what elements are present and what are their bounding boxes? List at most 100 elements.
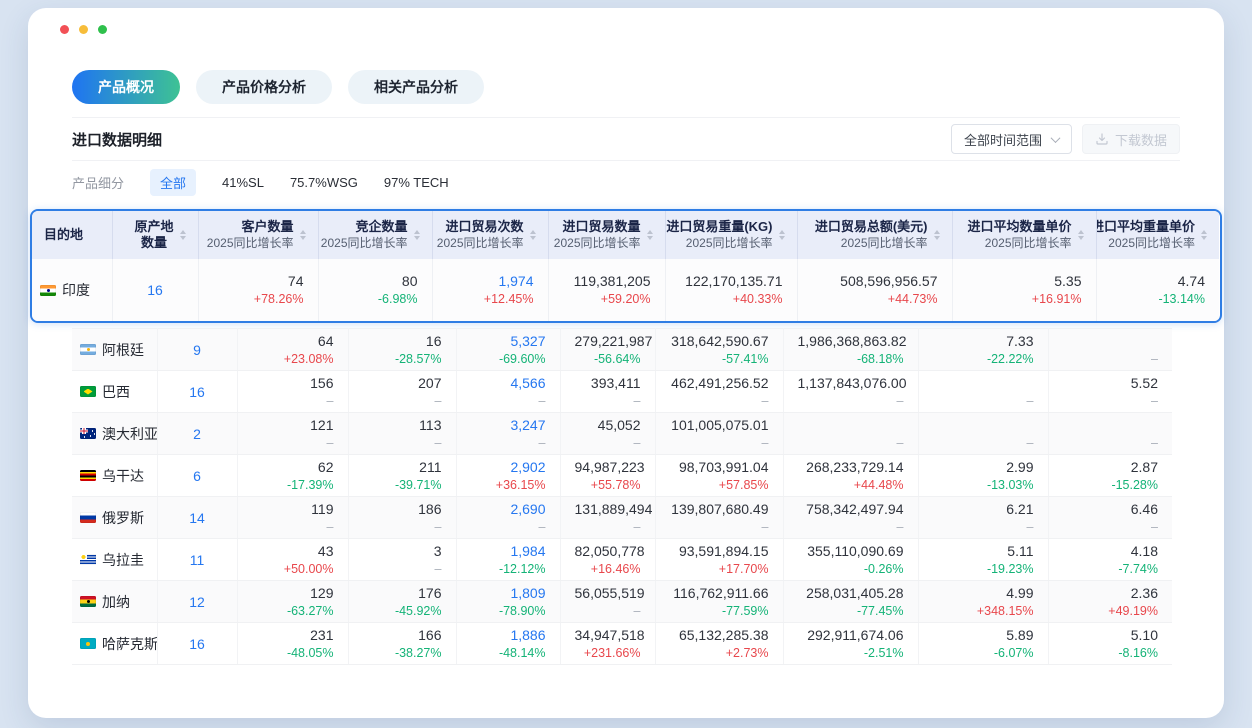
- sort-icon[interactable]: [647, 230, 653, 240]
- cell-origin-count[interactable]: 2: [157, 413, 237, 455]
- cell-customer-count: 64+23.08%: [237, 329, 348, 371]
- cell-value[interactable]: 2,902: [471, 458, 546, 477]
- cell-origin-count[interactable]: 16: [157, 371, 237, 413]
- cell-destination: 乌拉圭: [72, 539, 157, 581]
- cell-origin-count[interactable]: 6: [157, 455, 237, 497]
- cell-value[interactable]: 3,247: [471, 416, 546, 435]
- table-row-kazakhstan[interactable]: 哈萨克斯坦16231-48.05%166-38.27%1,886-48.14%3…: [72, 623, 1172, 665]
- table-row-india[interactable]: 印度1674+78.26%80-6.98%1,974+12.45%119,381…: [32, 259, 1219, 321]
- cell-value[interactable]: 1,809: [471, 584, 546, 603]
- cell-customer-count: 231-48.05%: [237, 623, 348, 665]
- col-header-origin-count[interactable]: 原产地数量: [112, 211, 198, 259]
- sort-icon[interactable]: [1078, 230, 1084, 240]
- sort-icon[interactable]: [779, 230, 785, 240]
- cell-growth: +44.73%: [812, 291, 938, 308]
- table-header-row: 目的地原产地数量客户数量2025同比增长率竞企数量2025同比增长率进口贸易次数…: [32, 211, 1219, 259]
- filter-option-97tech[interactable]: 97% TECH: [384, 175, 449, 190]
- tab-related-product-analysis[interactable]: 相关产品分析: [348, 70, 484, 104]
- cell-trade-weight-kg: 116,762,911.66-77.59%: [655, 581, 783, 623]
- col-header-customer-count[interactable]: 客户数量2025同比增长率: [198, 211, 318, 259]
- cell-growth: -28.57%: [363, 351, 442, 368]
- cell-trade-times[interactable]: 1,984-12.12%: [456, 539, 560, 581]
- table-row-ghana[interactable]: 加纳12129-63.27%176-45.92%1,809-78.90%56,0…: [72, 581, 1172, 623]
- col-header-trade-times[interactable]: 进口贸易次数2025同比增长率: [432, 211, 548, 259]
- cell-value[interactable]: 1,974: [447, 272, 534, 291]
- cell-trade-times[interactable]: 2,902+36.15%: [456, 455, 560, 497]
- col-header-trade-quantity[interactable]: 进口贸易数量2025同比增长率: [548, 211, 665, 259]
- table-row-brazil[interactable]: 巴西16156–207–4,566–393,411–462,491,256.52…: [72, 371, 1172, 413]
- cell-value: 98,703,991.04: [670, 458, 769, 477]
- cell-value[interactable]: 4,566: [471, 374, 546, 393]
- cell-growth: +36.15%: [471, 477, 546, 494]
- sort-icon[interactable]: [1201, 230, 1207, 240]
- cell-origin-count[interactable]: 11: [157, 539, 237, 581]
- col-header-avg-weight-price[interactable]: 进口平均重量单价2025同比增长率: [1096, 211, 1219, 259]
- cell-trade-times[interactable]: 4,566–: [456, 371, 560, 413]
- cell-growth: –: [363, 561, 442, 578]
- flag-brazil-icon: [80, 386, 96, 397]
- cell-trade-times[interactable]: 3,247–: [456, 413, 560, 455]
- cell-trade-times[interactable]: 1,974+12.45%: [432, 259, 548, 321]
- filter-option-all[interactable]: 全部: [150, 169, 196, 196]
- cell-trade-amount-usd: 1,137,843,076.00–: [783, 371, 918, 413]
- table-row-russia[interactable]: 俄罗斯14119–186–2,690–131,889,494–139,807,6…: [72, 497, 1172, 539]
- cell-origin-count[interactable]: 16: [157, 623, 237, 665]
- col-header-label: 进口贸易重量(KG): [666, 219, 772, 235]
- col-subheader: 2025同比增长率: [666, 236, 772, 251]
- cell-trade-times[interactable]: 5,327-69.60%: [456, 329, 560, 371]
- minimize-window-icon[interactable]: [79, 25, 88, 34]
- cell-origin-count[interactable]: 14: [157, 497, 237, 539]
- cell-value[interactable]: 5,327: [471, 332, 546, 351]
- cell-trade-times[interactable]: 2,690–: [456, 497, 560, 539]
- cell-value: [798, 416, 904, 435]
- table-row-uganda[interactable]: 乌干达662-17.39%211-39.71%2,902+36.15%94,98…: [72, 455, 1172, 497]
- cell-value: 156: [252, 374, 334, 393]
- time-range-select[interactable]: 全部时间范围: [951, 124, 1072, 154]
- download-data-button[interactable]: 下载数据: [1082, 124, 1180, 154]
- cell-avg-weight-price: 5.52–: [1048, 371, 1172, 413]
- col-header-trade-amount-usd[interactable]: 进口贸易总额(美元)2025同比增长率: [797, 211, 952, 259]
- cell-value[interactable]: 1,984: [471, 542, 546, 561]
- filter-option-757wsg[interactable]: 75.7%WSG: [290, 175, 358, 190]
- cell-value[interactable]: 1,886: [471, 626, 546, 645]
- maximize-window-icon[interactable]: [98, 25, 107, 34]
- cell-growth: +16.91%: [967, 291, 1082, 308]
- sort-icon[interactable]: [180, 230, 186, 240]
- cell-value: 2.87: [1063, 458, 1159, 477]
- table-row-argentina[interactable]: 阿根廷964+23.08%16-28.57%5,327-69.60%279,22…: [72, 329, 1172, 371]
- cell-growth: –: [798, 519, 904, 536]
- flag-kazakhstan-icon: [80, 638, 96, 649]
- filter-option-41sl[interactable]: 41%SL: [222, 175, 264, 190]
- cell-avg-quantity-price: –: [918, 371, 1048, 413]
- sort-icon[interactable]: [414, 230, 420, 240]
- cell-growth: +55.78%: [575, 477, 641, 494]
- table-row-uruguay[interactable]: 乌拉圭1143+50.00%3–1,984-12.12%82,050,778+1…: [72, 539, 1172, 581]
- flag-australia-icon: [80, 428, 96, 439]
- cell-trade-quantity: 56,055,519–: [560, 581, 655, 623]
- sort-icon[interactable]: [300, 230, 306, 240]
- cell-value: 113: [363, 416, 442, 435]
- col-header-trade-weight-kg[interactable]: 进口贸易重量(KG)2025同比增长率: [665, 211, 797, 259]
- cell-customer-count: 62-17.39%: [237, 455, 348, 497]
- col-header-competitor-count[interactable]: 竞企数量2025同比增长率: [318, 211, 432, 259]
- sort-icon[interactable]: [530, 230, 536, 240]
- cell-growth: +17.70%: [670, 561, 769, 578]
- cell-origin-count[interactable]: 12: [157, 581, 237, 623]
- cell-trade-times[interactable]: 1,886-48.14%: [456, 623, 560, 665]
- tab-product-price-analysis[interactable]: 产品价格分析: [196, 70, 332, 104]
- table-row-australia[interactable]: 澳大利亚2121–113–3,247–45,052–101,005,075.01…: [72, 413, 1172, 455]
- cell-value: 2.99: [933, 458, 1034, 477]
- cell-value: 758,342,497.94: [798, 500, 904, 519]
- tab-product-overview[interactable]: 产品概况: [72, 70, 180, 104]
- download-label: 下载数据: [1115, 130, 1167, 149]
- cell-growth: –: [575, 393, 641, 410]
- sort-icon[interactable]: [934, 230, 940, 240]
- close-window-icon[interactable]: [60, 25, 69, 34]
- cell-origin-count[interactable]: 16: [112, 259, 198, 321]
- cell-value[interactable]: 2,690: [471, 500, 546, 519]
- cell-growth: -77.59%: [670, 603, 769, 620]
- col-header-avg-quantity-price[interactable]: 进口平均数量单价2025同比增长率: [952, 211, 1096, 259]
- cell-origin-count[interactable]: 9: [157, 329, 237, 371]
- cell-value: 2.36: [1063, 584, 1159, 603]
- cell-trade-times[interactable]: 1,809-78.90%: [456, 581, 560, 623]
